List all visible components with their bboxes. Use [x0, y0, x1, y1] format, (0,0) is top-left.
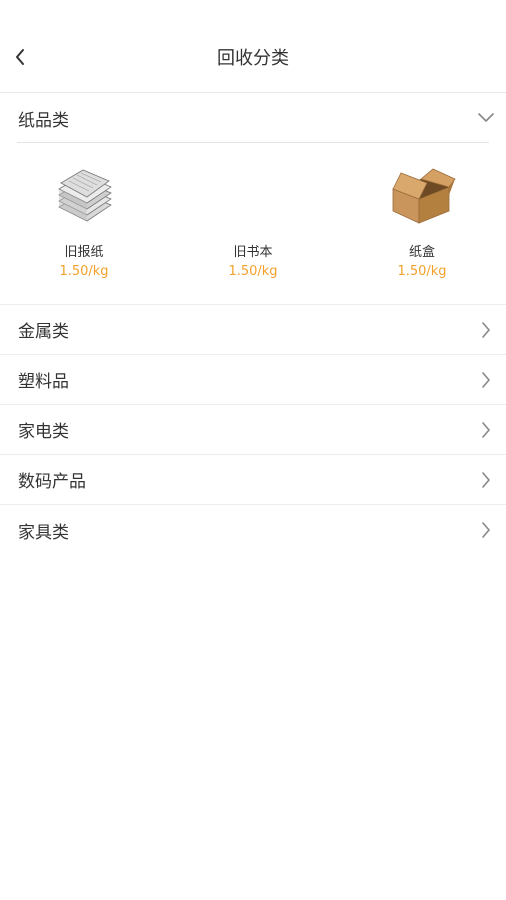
category-digital[interactable]: 数码产品 [0, 455, 506, 505]
chevron-right-icon [478, 522, 494, 538]
category-appliance[interactable]: 家电类 [0, 405, 506, 455]
item-price: 1.50/kg [59, 264, 109, 279]
category-label: 塑料品 [18, 372, 69, 392]
paper-items-grid: 旧报纸 1.50/kg 旧书本 1.50/kg 纸盒 1.50/kg [0, 143, 506, 305]
item-paper-box[interactable]: 纸盒 1.50/kg [370, 165, 474, 280]
category-label: 家电类 [18, 422, 69, 442]
app-header: 回收分类 [0, 0, 506, 93]
box-image [387, 165, 457, 227]
chevron-right-icon [478, 471, 494, 488]
category-metal[interactable]: 金属类 [0, 305, 506, 355]
item-name: 纸盒 [408, 245, 435, 260]
item-old-newspaper[interactable]: 旧报纸 1.50/kg [32, 165, 136, 280]
item-price: 1.50/kg [228, 264, 278, 279]
chevron-right-icon [478, 371, 494, 388]
page-title: 回收分类 [217, 48, 289, 69]
books-image [218, 165, 288, 227]
item-name: 旧报纸 [64, 245, 104, 260]
category-label: 数码产品 [18, 472, 86, 492]
category-plastic[interactable]: 塑料品 [0, 355, 506, 405]
item-old-books[interactable]: 旧书本 1.50/kg [201, 165, 305, 280]
item-name: 旧书本 [233, 245, 273, 260]
category-label: 家具类 [18, 522, 69, 543]
newspaper-image [49, 165, 119, 227]
chevron-right-icon [478, 421, 494, 438]
category-furniture[interactable]: 家具类 [0, 505, 506, 555]
category-paper[interactable]: 纸品类 [0, 93, 506, 143]
chevron-down-icon [478, 110, 494, 126]
category-label: 金属类 [18, 322, 69, 342]
category-label: 纸品类 [18, 110, 69, 131]
chevron-right-icon [478, 321, 494, 338]
item-price: 1.50/kg [397, 264, 447, 279]
